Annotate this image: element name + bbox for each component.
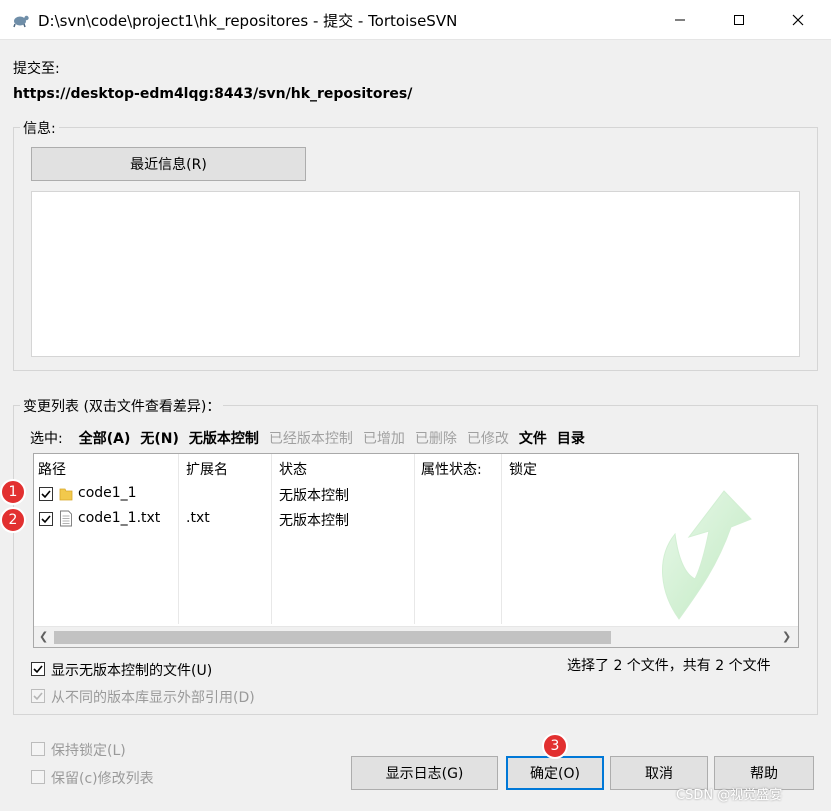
ok-button[interactable]: 确定(O): [506, 756, 604, 790]
row-checkbox[interactable]: [39, 512, 53, 526]
scroll-right-icon[interactable]: ❯: [782, 630, 791, 643]
row-status: 无版本控制: [279, 488, 349, 504]
selection-summary: 选择了 2 个文件，共有 2 个文件: [567, 658, 771, 674]
maximize-icon: [734, 15, 744, 25]
annotation-badge-1: 1: [0, 479, 26, 505]
window-title: D:\svn\code\project1\hk_repositores - 提交…: [38, 12, 458, 30]
keep-changelists-checkbox[interactable]: [31, 770, 45, 784]
changes-list[interactable]: 路径 扩展名 状态 属性状态: 锁定 code1_1 无版本控制 code1_1…: [33, 453, 799, 648]
row-checkbox[interactable]: [39, 487, 53, 501]
table-row[interactable]: code1_1.txt .txt 无版本控制: [34, 507, 798, 531]
check-icon: [33, 665, 43, 674]
filter-none[interactable]: 无(N): [140, 428, 179, 448]
check-icon: [41, 490, 51, 499]
filter-deleted[interactable]: 已删除: [415, 428, 457, 448]
filter-added[interactable]: 已增加: [363, 428, 405, 448]
commit-url: https://desktop-edm4lqg:8443/svn/hk_repo…: [13, 86, 413, 102]
row-ext: .txt: [186, 510, 210, 526]
recent-messages-button[interactable]: 最近信息(R): [31, 147, 306, 181]
filter-all[interactable]: 全部(A): [79, 428, 131, 448]
show-externals-checkbox[interactable]: [31, 689, 45, 703]
show-unversioned-checkbox[interactable]: [31, 662, 45, 676]
filter-directories[interactable]: 目录: [557, 428, 585, 448]
scroll-left-icon[interactable]: ❮: [39, 630, 48, 643]
changes-group-label: 变更列表 (双击文件查看差异)：: [20, 396, 224, 416]
filter-unversioned[interactable]: 无版本控制: [189, 428, 259, 448]
row-path: code1_1: [78, 485, 137, 501]
header-status[interactable]: 状态: [279, 459, 307, 479]
select-label: 选中:: [30, 431, 63, 447]
table-row[interactable]: code1_1 无版本控制: [34, 482, 798, 506]
show-unversioned-label[interactable]: 显示无版本控制的文件(U): [51, 660, 212, 680]
annotation-badge-3: 3: [542, 733, 568, 759]
watermark: CSDN @视觉盛宴: [676, 788, 783, 803]
header-prop-status[interactable]: 属性状态:: [421, 459, 482, 479]
title-bar: D:\svn\code\project1\hk_repositores - 提交…: [0, 0, 831, 40]
filter-files[interactable]: 文件: [519, 428, 547, 448]
selection-filter-row: 选中: 全部(A) 无(N) 无版本控制 已经版本控制 已增加 已删除 已修改 …: [30, 428, 585, 448]
show-log-button[interactable]: 显示日志(G): [351, 756, 498, 790]
keep-changelists-label: 保留(c)修改列表: [51, 771, 154, 787]
close-icon: [792, 14, 804, 26]
folder-icon: [59, 488, 73, 501]
close-button[interactable]: [775, 0, 821, 40]
maximize-button[interactable]: [716, 0, 762, 40]
header-path[interactable]: 路径: [38, 459, 66, 479]
message-group-label: 信息:: [20, 118, 59, 138]
scrollbar-thumb[interactable]: [54, 631, 611, 644]
minimize-button[interactable]: [657, 0, 703, 40]
file-icon: [60, 510, 72, 527]
show-externals-label: 从不同的版本库显示外部引用(D): [51, 690, 255, 706]
list-header: 路径 扩展名 状态 属性状态: 锁定: [34, 454, 798, 480]
row-path: code1_1.txt: [78, 510, 161, 526]
check-icon: [33, 692, 43, 701]
keep-locks-checkbox[interactable]: [31, 742, 45, 756]
tortoise-app-icon: [13, 15, 29, 28]
annotation-badge-2: 2: [0, 507, 26, 533]
filter-modified[interactable]: 已修改: [467, 428, 509, 448]
horizontal-scrollbar[interactable]: ❮ ❯: [34, 626, 798, 647]
keep-locks-label: 保持锁定(L): [51, 743, 126, 759]
header-lock[interactable]: 锁定: [509, 459, 537, 479]
minimize-icon: [675, 19, 685, 21]
message-textarea[interactable]: [31, 191, 800, 357]
header-ext[interactable]: 扩展名: [186, 459, 228, 479]
row-status: 无版本控制: [279, 513, 349, 529]
filter-versioned[interactable]: 已经版本控制: [269, 428, 353, 448]
commit-to-label: 提交至:: [13, 61, 60, 77]
check-icon: [41, 515, 51, 524]
